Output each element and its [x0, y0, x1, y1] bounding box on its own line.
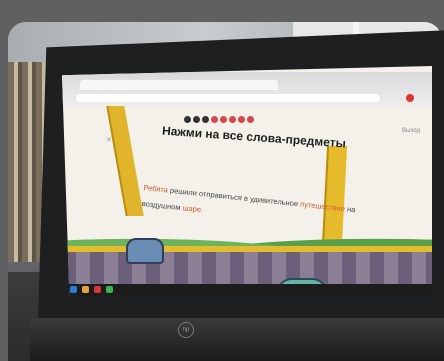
sentence-word[interactable]: на [347, 204, 356, 214]
browser-tab[interactable] [222, 80, 278, 90]
progress-dot [193, 116, 200, 123]
profile-icon[interactable] [406, 94, 414, 102]
browser-tab[interactable] [134, 80, 180, 90]
sentence-word[interactable]: решили [169, 186, 197, 198]
progress-dot [211, 116, 218, 123]
sentence-word[interactable]: воздушном [141, 199, 181, 212]
address-bar[interactable] [76, 94, 380, 102]
exit-button[interactable]: Выход [402, 128, 420, 134]
sentence-word[interactable]: шаре. [182, 203, 203, 214]
progress-dot [238, 116, 245, 123]
app-icon[interactable] [106, 286, 113, 293]
progress-dots [184, 116, 254, 123]
progress-dot [247, 116, 254, 123]
laptop-screen: ✕ Нажми на все слова-предметы Выход Ребя… [62, 66, 432, 296]
sentence-word[interactable]: удивительное [250, 194, 299, 208]
progress-dot [202, 116, 209, 123]
progress-dot [184, 116, 191, 123]
folder-icon[interactable] [82, 286, 89, 293]
browser-tab[interactable] [178, 80, 224, 90]
browser-tab[interactable] [80, 80, 136, 90]
browser-toolbar [62, 72, 432, 106]
laptop-logo: hp [178, 322, 194, 338]
sentence-word[interactable]: Ребята [143, 183, 168, 195]
laptop-base [30, 318, 444, 361]
progress-dot [220, 116, 227, 123]
sentence-word[interactable]: путешествие [300, 200, 346, 214]
photo: ✕ Нажми на все слова-предметы Выход Ребя… [0, 0, 444, 361]
browser-icon[interactable] [94, 286, 101, 293]
sentence-word[interactable]: отправиться [199, 189, 243, 202]
character-left [126, 238, 164, 264]
taskbar [62, 284, 432, 296]
game-area: ✕ Нажми на все слова-предметы Выход Ребя… [62, 106, 432, 296]
start-icon[interactable] [70, 286, 77, 293]
progress-dot [229, 116, 236, 123]
close-icon[interactable]: ✕ [106, 136, 112, 144]
task-title: Нажми на все слова-предметы [161, 123, 347, 151]
sentence-word[interactable]: в [244, 194, 249, 203]
